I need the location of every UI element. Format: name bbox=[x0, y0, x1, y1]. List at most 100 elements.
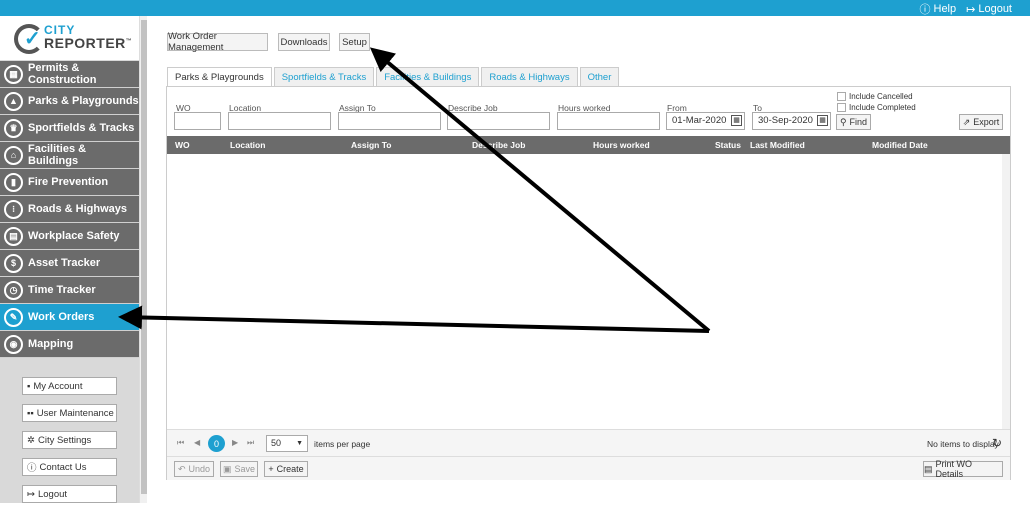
users-icon: ▪▪ bbox=[27, 407, 34, 419]
tab-label: Work Order Management bbox=[168, 31, 224, 53]
subtab-parks[interactable]: Parks & Playgrounds bbox=[167, 67, 272, 86]
find-label: Find bbox=[849, 117, 868, 127]
include-completed-checkbox[interactable]: Include Completed bbox=[837, 103, 916, 112]
undo-button[interactable]: ↶ Undo bbox=[174, 461, 214, 477]
sidebar-item-workplace[interactable]: ▤ Workplace Safety bbox=[0, 223, 139, 250]
grid-body bbox=[167, 154, 1010, 429]
no-items-label: No items to display bbox=[927, 439, 999, 449]
column-header-hours[interactable]: Hours worked bbox=[593, 140, 650, 150]
refresh-icon[interactable]: ↻ bbox=[992, 436, 1002, 450]
clock-icon: ◷ bbox=[4, 280, 23, 300]
undo-icon: ↶ bbox=[177, 463, 186, 474]
facility-icon: ⌂ bbox=[4, 145, 23, 165]
column-header-modified-date[interactable]: Modified Date bbox=[872, 140, 928, 150]
city-settings-label: City Settings bbox=[37, 434, 92, 446]
include-cancelled-checkbox[interactable]: Include Cancelled bbox=[837, 92, 913, 101]
to-date-input[interactable]: 30-Sep-2020 ▦ bbox=[752, 112, 831, 130]
sidebar-item-label: Workplace Safety bbox=[28, 230, 120, 242]
checkbox-box[interactable] bbox=[837, 92, 846, 101]
extinguisher-icon: ▮ bbox=[4, 172, 23, 192]
sidebar-scrollbar[interactable] bbox=[139, 16, 147, 503]
contact-us-button[interactable]: ⓘ Contact Us bbox=[22, 458, 117, 476]
export-button[interactable]: ⇗ Export bbox=[959, 114, 1003, 130]
column-header-last-modified[interactable]: Last Modified bbox=[750, 140, 805, 150]
from-date-value: 01-Mar-2020 bbox=[672, 115, 727, 126]
create-button[interactable]: + Create bbox=[264, 461, 308, 477]
sidebar-logout-button[interactable]: ↦ Logout bbox=[22, 485, 117, 503]
help-link[interactable]: ⓘ Help bbox=[920, 1, 957, 17]
sidebar-item-work-orders[interactable]: ✎ Work Orders bbox=[0, 304, 139, 331]
tab-label: Setup bbox=[342, 36, 367, 48]
print-wo-details-button[interactable]: ▤ Print WO Details bbox=[923, 459, 1003, 479]
calendar-icon[interactable]: ▦ bbox=[817, 115, 828, 126]
tab-downloads[interactable]: Downloads bbox=[278, 33, 330, 51]
sidebar-item-label: Fire Prevention bbox=[28, 176, 109, 188]
subtab-sportfields[interactable]: Sportfields & Tracks bbox=[273, 67, 375, 86]
checkbox-label: Include Cancelled bbox=[849, 92, 913, 101]
sidebar-item-mapping[interactable]: ◉ Mapping bbox=[0, 331, 139, 358]
gear-icon: ✲ bbox=[27, 434, 35, 446]
sidebar-item-label: Parks & Playgrounds bbox=[28, 95, 139, 107]
sidebar-nav: ▦ Permits & Construction ▲ Parks & Playgro… bbox=[0, 61, 139, 358]
checkbox-box[interactable] bbox=[837, 103, 846, 112]
find-button[interactable]: ⚲ Find bbox=[836, 114, 871, 130]
sidebar-item-fire[interactable]: ▮ Fire Prevention bbox=[0, 169, 139, 196]
save-button[interactable]: ▣ Save bbox=[220, 461, 258, 477]
sidebar-item-parks[interactable]: ▲ Parks & Playgrounds bbox=[0, 88, 139, 115]
print-label: Print WO Details bbox=[935, 459, 973, 479]
column-header-describe[interactable]: Describe Job bbox=[472, 140, 525, 150]
my-account-label: My Account bbox=[33, 380, 83, 392]
items-per-page-label: items per page bbox=[314, 439, 371, 449]
column-header-wo[interactable]: WO bbox=[175, 140, 190, 150]
contact-us-label: Contact Us bbox=[39, 461, 87, 473]
map-icon: ◉ bbox=[4, 334, 23, 354]
sidebar-item-roads[interactable]: ⁝ Roads & Highways bbox=[0, 196, 139, 223]
assign-filter-input[interactable] bbox=[338, 112, 441, 130]
logout-icon: ↦ bbox=[27, 488, 35, 500]
checkmark-icon: ✓ bbox=[24, 28, 41, 50]
sidebar-item-label: Mapping bbox=[28, 338, 74, 350]
subtab-facilities[interactable]: Facilities & Buildings bbox=[376, 67, 480, 86]
logout-link[interactable]: ↦ Logout bbox=[966, 1, 1012, 17]
user-maintenance-label: User Maintenance bbox=[36, 407, 114, 419]
sidebar-item-label: Roads & Highways bbox=[28, 203, 128, 215]
sidebar-item-facilities[interactable]: ⌂ Facilities & Buildings bbox=[0, 142, 139, 169]
user-maintenance-button[interactable]: ▪▪ User Maintenance bbox=[22, 404, 117, 422]
sidebar-item-label: Permits & Construction bbox=[28, 62, 97, 86]
tab-setup[interactable]: Setup bbox=[339, 33, 370, 51]
last-page-icon[interactable]: ⏭ bbox=[247, 438, 254, 448]
column-header-status[interactable]: Status bbox=[715, 140, 741, 150]
column-header-assign[interactable]: Assign To bbox=[351, 140, 391, 150]
export-icon: ⇗ bbox=[962, 116, 971, 127]
subtab-other[interactable]: Other bbox=[579, 67, 620, 86]
calendar-icon[interactable]: ▦ bbox=[731, 115, 742, 126]
to-date-value: 30-Sep-2020 bbox=[758, 115, 813, 126]
info-icon: ⓘ bbox=[27, 463, 37, 474]
current-page[interactable]: 0 bbox=[208, 435, 225, 452]
first-page-icon[interactable]: ⏮ bbox=[177, 438, 184, 448]
location-filter-input[interactable] bbox=[228, 112, 331, 130]
subtab-roads[interactable]: Roads & Highways bbox=[481, 67, 578, 86]
sidebar-item-sportfields[interactable]: ♛ Sportfields & Tracks bbox=[0, 115, 139, 142]
tab-work-order-management[interactable]: Work Order Management bbox=[167, 31, 268, 53]
sidebar-item-time[interactable]: ◷ Time Tracker bbox=[0, 277, 139, 304]
next-page-icon[interactable]: ▶ bbox=[232, 438, 238, 447]
page-size-select[interactable]: 50 ▼ bbox=[266, 435, 308, 452]
wo-filter-input[interactable] bbox=[174, 112, 221, 130]
prev-page-icon[interactable]: ◀ bbox=[194, 438, 200, 447]
sidebar-item-label: Asset Tracker bbox=[28, 257, 101, 269]
sidebar-item-asset[interactable]: $ Asset Tracker bbox=[0, 250, 139, 277]
describe-filter-input[interactable] bbox=[447, 112, 550, 130]
city-settings-button[interactable]: ✲ City Settings bbox=[22, 431, 117, 449]
subtab-label: Parks & Playgrounds bbox=[175, 71, 264, 83]
hours-filter-input[interactable] bbox=[557, 112, 660, 130]
from-date-input[interactable]: 01-Mar-2020 ▦ bbox=[666, 112, 745, 130]
my-account-button[interactable]: ▪ My Account bbox=[22, 377, 117, 395]
search-icon: ⚲ bbox=[839, 116, 847, 127]
sidebar-item-permits[interactable]: ▦ Permits & Construction bbox=[0, 61, 139, 88]
logout-icon: ↦ bbox=[966, 3, 976, 16]
column-header-location[interactable]: Location bbox=[230, 140, 265, 150]
checkbox-label: Include Completed bbox=[849, 103, 916, 112]
logo-text-reporter-word: REPORTER bbox=[44, 35, 126, 51]
sidebar-item-label: Facilities & Buildings bbox=[28, 143, 87, 167]
